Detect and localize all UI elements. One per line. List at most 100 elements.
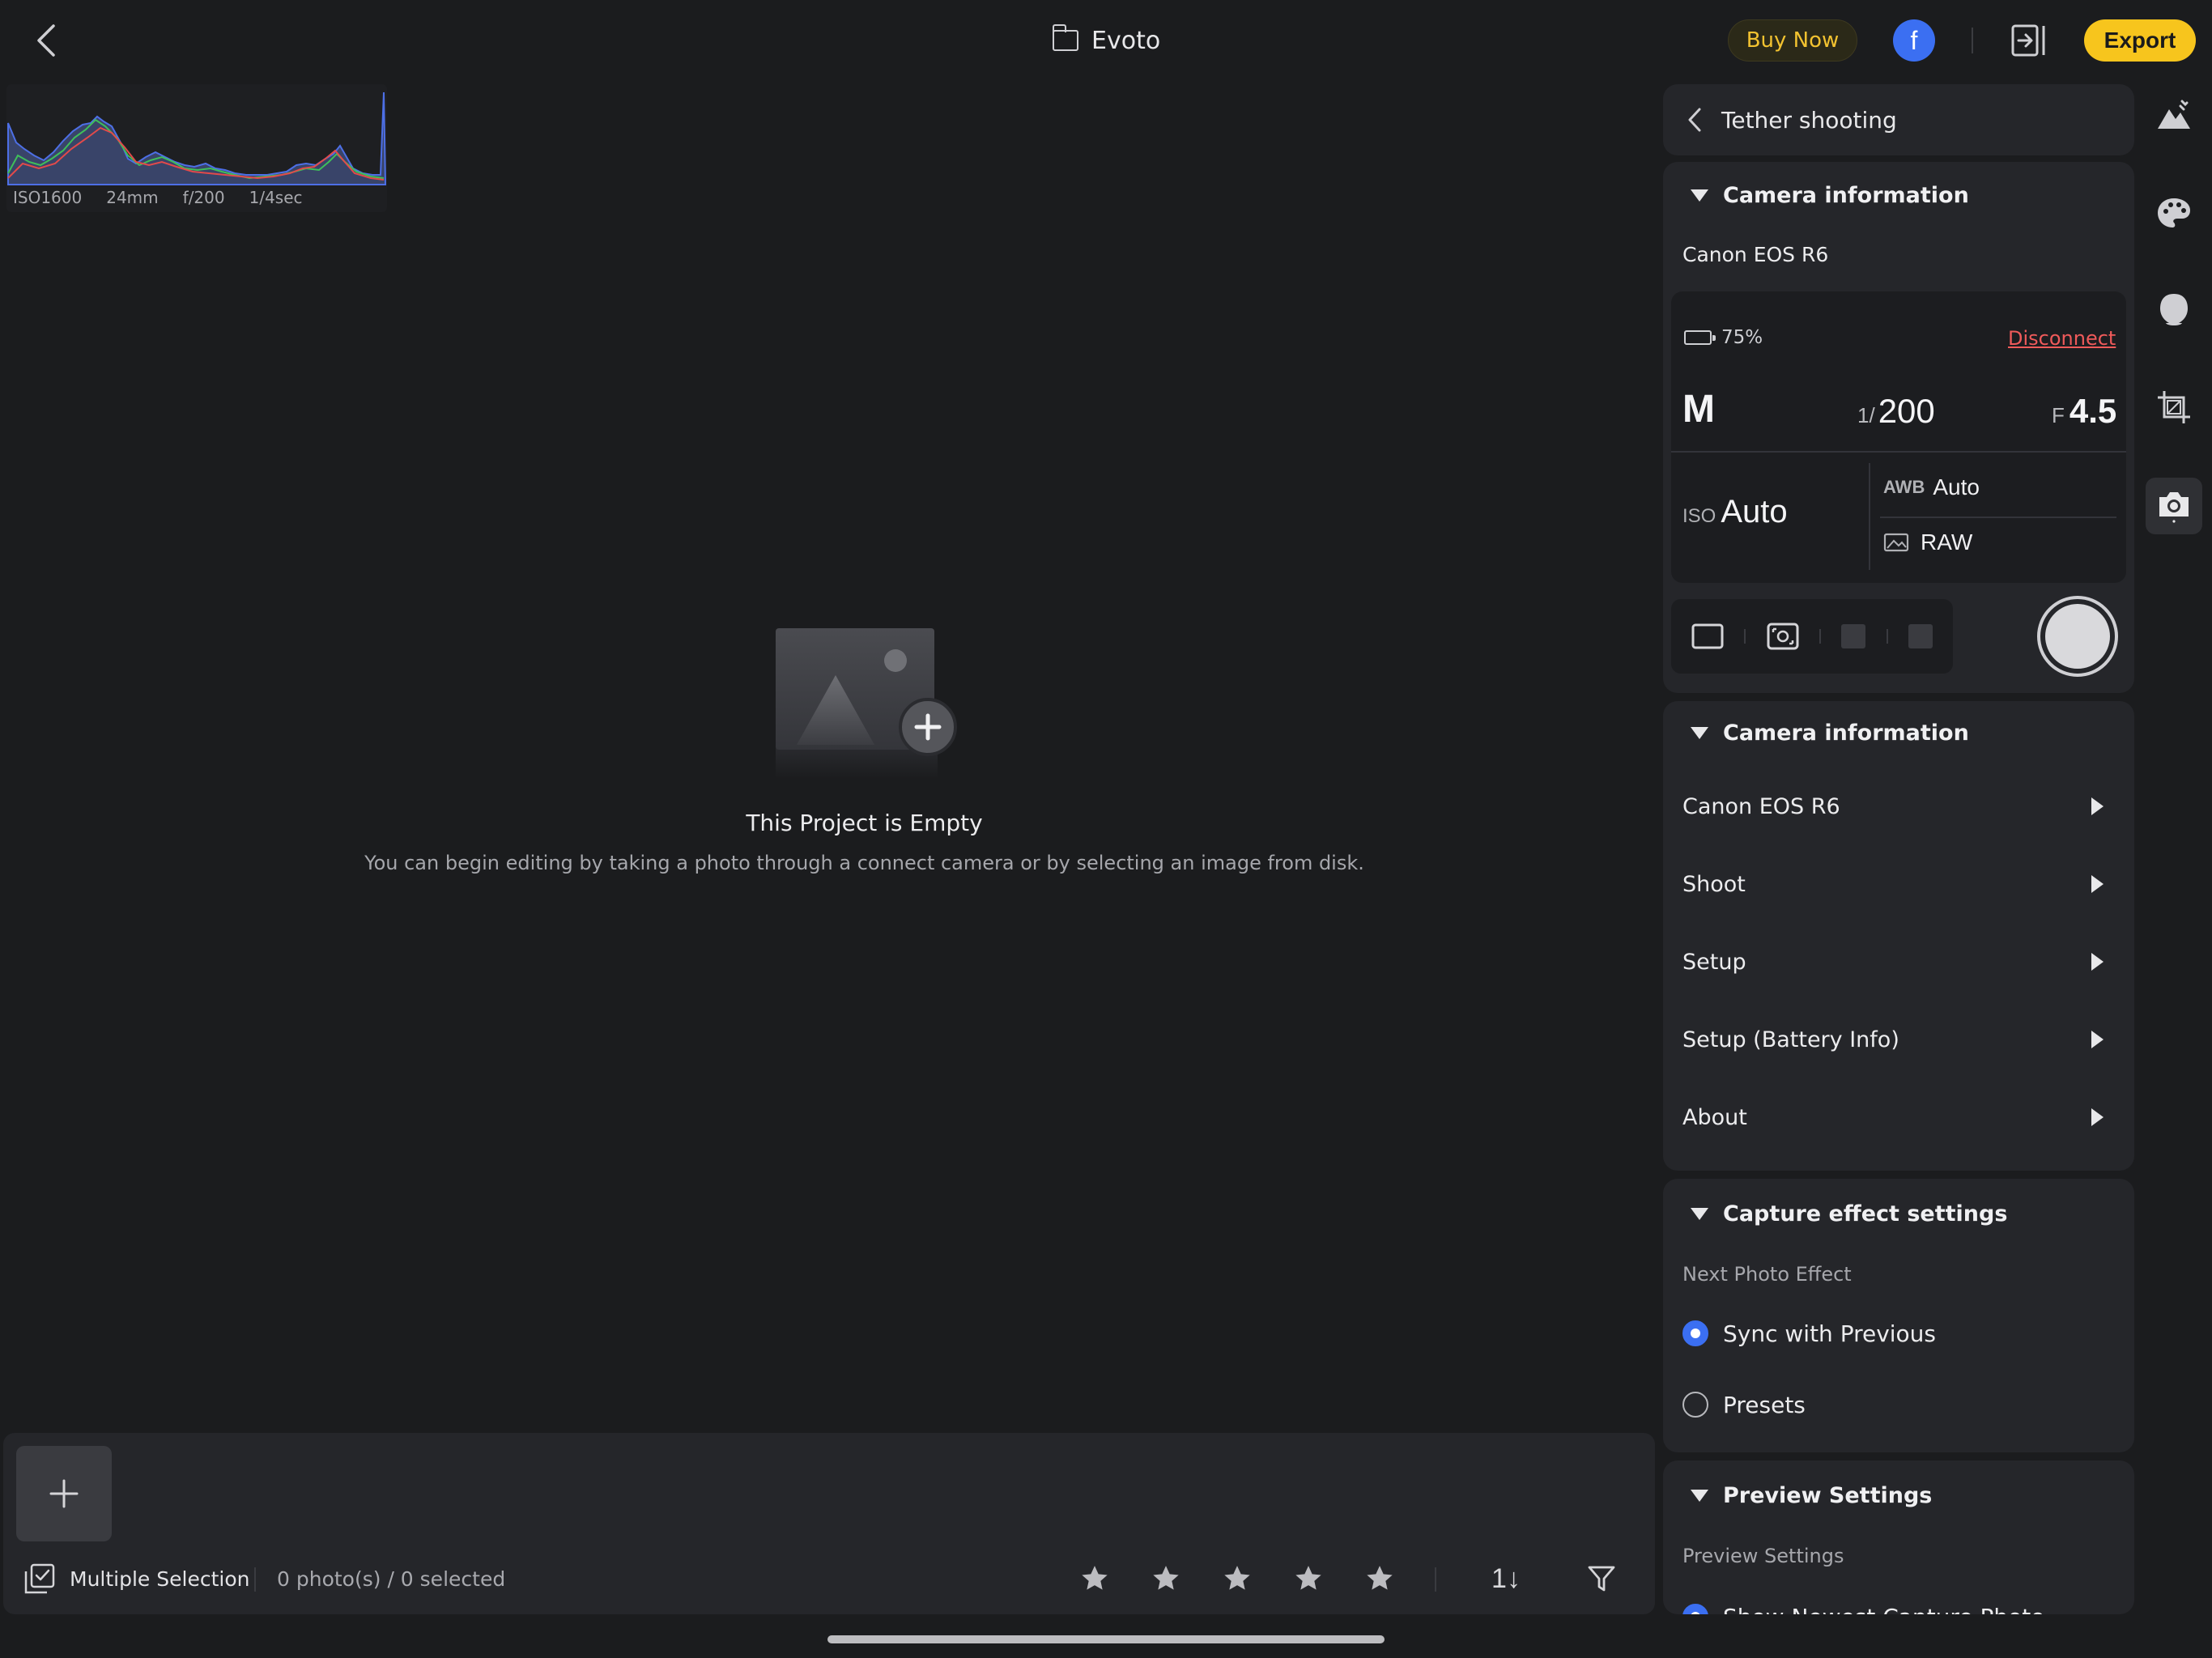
disconnect-link[interactable]: Disconnect (2008, 327, 2116, 350)
caret-right-icon (2091, 875, 2104, 893)
filter-icon (1588, 1566, 1615, 1592)
chevron-left-icon (1688, 108, 1701, 132)
divider (1819, 629, 1821, 644)
divider (1886, 629, 1888, 644)
nav-row-setup[interactable]: Setup (1682, 937, 2120, 986)
disabled-mode-icon[interactable] (1908, 624, 1933, 648)
user-avatar[interactable]: f (1893, 19, 1935, 62)
rail-color-button[interactable] (2146, 185, 2202, 241)
nav-row-label: Setup (1682, 949, 1746, 975)
wb-value: Auto (1933, 474, 1980, 500)
sort-button[interactable]: 1↓ (1487, 1559, 1525, 1598)
live-view-icon[interactable] (1767, 623, 1799, 650)
sidebar-toggle-button[interactable] (2011, 24, 2047, 57)
format-value: RAW (1921, 529, 1973, 555)
rail-crop-button[interactable] (2146, 379, 2202, 436)
section-title: Camera information (1723, 721, 1969, 746)
shutter-value: 200 (1878, 392, 1935, 430)
iso-control[interactable]: ISO Auto (1682, 494, 1788, 530)
back-button[interactable] (18, 18, 74, 63)
radio-unselected-icon (1682, 1392, 1708, 1418)
nav-row-shoot[interactable]: Shoot (1682, 860, 2120, 908)
single-shot-icon[interactable] (1691, 623, 1724, 649)
divider (1671, 451, 2126, 453)
folder-icon (1052, 24, 1078, 51)
caret-right-icon (2091, 797, 2104, 815)
tether-shooting-header[interactable]: Tether shooting (1663, 84, 2134, 155)
nav-row-setup-battery[interactable]: Setup (Battery Info) (1682, 1015, 2120, 1064)
photo-count: 0 photo(s) / 0 selected (277, 1567, 506, 1591)
image-format-control[interactable]: RAW (1883, 529, 1972, 555)
aperture-control[interactable]: F 4.5 (2052, 392, 2116, 431)
shutter-speed-control[interactable]: 1/ 200 (1857, 392, 1935, 431)
nav-row-about[interactable]: About (1682, 1093, 2120, 1141)
project-title[interactable]: Evoto (1052, 16, 1161, 65)
exif-iso: ISO1600 (13, 188, 83, 207)
image-add-icon (776, 628, 957, 779)
radio-sync-with-previous[interactable]: Sync with Previous (1682, 1313, 1936, 1354)
star-5-icon[interactable] (1362, 1561, 1397, 1596)
palette-icon (2158, 198, 2190, 227)
star-1-icon[interactable] (1077, 1561, 1112, 1596)
iso-prefix: ISO (1682, 505, 1716, 527)
camera-icon (2159, 492, 2189, 523)
camera-information-section-toggle[interactable]: Camera information (1691, 183, 1969, 208)
home-indicator (827, 1635, 1385, 1643)
image-format-icon (1883, 533, 1909, 552)
chevron-left-icon (37, 24, 55, 57)
shutter-prefix: 1/ (1857, 403, 1875, 427)
toolbar-divider (1972, 28, 1973, 53)
exposure-mode[interactable]: M (1682, 387, 1715, 432)
histogram-graph (7, 91, 387, 185)
rail-adjust-button[interactable] (2146, 87, 2202, 144)
preview-settings-section-toggle[interactable]: Preview Settings (1691, 1483, 1932, 1508)
rail-portrait-button[interactable] (2146, 282, 2202, 338)
export-button[interactable]: Export (2084, 19, 2196, 62)
battery-level: 75% (1721, 327, 1763, 348)
caret-down-icon (1691, 189, 1708, 202)
section-title: Camera information (1723, 183, 1969, 208)
filmstrip-panel (3, 1433, 1655, 1614)
divider (1744, 629, 1746, 644)
plus-icon (49, 1479, 79, 1508)
iso-value: Auto (1721, 494, 1788, 529)
radio-presets[interactable]: Presets (1682, 1384, 1806, 1425)
star-4-icon[interactable] (1291, 1561, 1326, 1596)
capture-effect-section-toggle[interactable]: Capture effect settings (1691, 1201, 2007, 1226)
face-icon (2160, 294, 2188, 325)
disabled-mode-icon[interactable] (1841, 624, 1866, 648)
star-3-icon[interactable] (1219, 1561, 1255, 1596)
battery-icon (1684, 330, 1716, 345)
caret-down-icon (1691, 1208, 1708, 1220)
camera-information-section-toggle[interactable]: Camera information (1691, 721, 1969, 746)
capture-mode-bar (1671, 599, 1953, 674)
rail-tether-camera-button[interactable] (2146, 478, 2202, 534)
filmstrip-divider (1435, 1567, 1436, 1592)
capture-shutter-button[interactable] (2037, 596, 2118, 677)
add-image-illustration[interactable] (769, 623, 963, 785)
crop-icon (2158, 391, 2190, 423)
nav-row-label: Setup (Battery Info) (1682, 1027, 1899, 1052)
buy-now-button[interactable]: Buy Now (1728, 19, 1857, 62)
preview-settings-label: Preview Settings (1682, 1545, 1844, 1567)
tether-shooting-title: Tether shooting (1721, 106, 1897, 134)
radio-label: Sync with Previous (1723, 1320, 1937, 1347)
empty-state-description: You can begin editing by taking a photo … (364, 852, 1364, 874)
panel-scroll-clip (1663, 1614, 2134, 1658)
empty-state-title: This Project is Empty (746, 810, 983, 836)
exif-shutter: 1/4sec (249, 188, 303, 207)
exif-focal-length: 24mm (106, 188, 159, 207)
next-photo-effect-label: Next Photo Effect (1682, 1263, 1852, 1286)
multiple-selection-button[interactable]: Multiple Selection (24, 1562, 249, 1595)
project-title-label: Evoto (1091, 26, 1161, 55)
star-2-icon[interactable] (1148, 1561, 1184, 1596)
multiple-selection-label: Multiple Selection (70, 1567, 250, 1591)
filter-button[interactable] (1584, 1561, 1619, 1596)
camera-model: Canon EOS R6 (1682, 243, 1829, 266)
white-balance-control[interactable]: AWB Auto (1883, 474, 1980, 500)
radio-label: Presets (1723, 1391, 1806, 1418)
battery-status: 75% (1684, 327, 1763, 348)
add-photo-button[interactable] (16, 1446, 112, 1541)
nav-row-camera-model[interactable]: Canon EOS R6 (1682, 782, 2120, 831)
panel-collapse-icon (2011, 24, 2045, 57)
